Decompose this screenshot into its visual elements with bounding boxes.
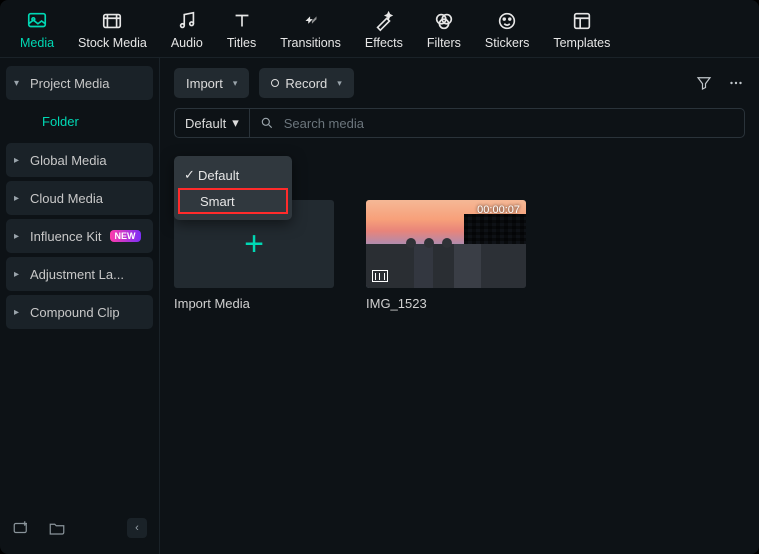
chevron-right-icon: ▸ xyxy=(14,193,24,204)
option-label: Smart xyxy=(200,194,235,209)
filters-icon xyxy=(433,10,455,32)
sidebar-item-global-media[interactable]: ▸ Global Media xyxy=(6,143,153,177)
chevron-down-icon: ▾ xyxy=(233,78,238,89)
plus-icon: + xyxy=(244,225,264,264)
sort-option-smart[interactable]: Smart xyxy=(178,188,288,214)
tab-label: Stickers xyxy=(485,36,529,50)
sidebar-item-label: Influence Kit xyxy=(30,229,102,244)
chevron-right-icon: ▸ xyxy=(14,155,24,166)
tab-label: Templates xyxy=(553,36,610,50)
tab-stickers[interactable]: Stickers xyxy=(483,8,531,57)
option-label: Default xyxy=(198,168,239,183)
sidebar-item-adjustment-layer[interactable]: ▸ Adjustment La... xyxy=(6,257,153,291)
button-label: Import xyxy=(186,76,223,91)
sort-option-default[interactable]: ✓ Default xyxy=(174,162,292,188)
sidebar-item-label: Cloud Media xyxy=(30,191,103,206)
video-badge-icon xyxy=(372,270,388,282)
sort-dropdown-trigger[interactable]: Default ▾ xyxy=(185,109,250,137)
check-icon: ✓ xyxy=(184,167,198,183)
chevron-down-icon: ▾ xyxy=(337,78,342,89)
media-clip-card[interactable]: 00:00:07 IMG_1523 xyxy=(366,200,526,311)
stock-media-icon xyxy=(101,10,123,32)
record-icon xyxy=(271,79,279,87)
content-toolbar: Import ▾ Record ▾ xyxy=(160,58,759,108)
media-icon xyxy=(26,10,48,32)
tab-label: Titles xyxy=(227,36,256,50)
tab-label: Stock Media xyxy=(78,36,147,50)
content-area: Import ▾ Record ▾ xyxy=(160,58,759,554)
tab-label: Filters xyxy=(427,36,461,50)
top-tabs: Media Stock Media Audio Titles Transitio… xyxy=(0,0,759,58)
chevron-right-icon: ▸ xyxy=(14,231,24,242)
sidebar-item-label: Global Media xyxy=(30,153,107,168)
stickers-icon xyxy=(496,10,518,32)
chevron-left-icon: ‹ xyxy=(135,522,139,534)
record-button[interactable]: Record ▾ xyxy=(259,68,353,98)
filter-icon[interactable] xyxy=(695,74,713,92)
tab-templates[interactable]: Templates xyxy=(551,8,612,57)
sidebar: ▾ Project Media Folder ▸ Global Media ▸ … xyxy=(0,58,160,554)
titles-icon xyxy=(231,10,253,32)
chevron-right-icon: ▸ xyxy=(14,269,24,280)
tab-transitions[interactable]: Transitions xyxy=(278,8,343,57)
tab-label: Media xyxy=(20,36,54,50)
sidebar-item-label: Project Media xyxy=(30,76,109,91)
transitions-icon xyxy=(300,10,322,32)
tab-audio[interactable]: Audio xyxy=(169,8,205,57)
clip-preview-image xyxy=(366,244,526,288)
sort-dropdown-menu: ✓ Default Smart xyxy=(174,156,292,220)
more-icon[interactable] xyxy=(727,74,745,92)
sidebar-item-cloud-media[interactable]: ▸ Cloud Media xyxy=(6,181,153,215)
card-label: IMG_1523 xyxy=(366,296,526,311)
chevron-down-icon: ▾ xyxy=(232,115,239,131)
chevron-down-icon: ▾ xyxy=(14,78,24,89)
clip-duration: 00:00:07 xyxy=(477,204,520,216)
effects-icon xyxy=(373,10,395,32)
clip-thumb: 00:00:07 xyxy=(366,200,526,288)
chevron-right-icon: ▸ xyxy=(14,307,24,318)
audio-icon xyxy=(176,10,198,32)
search-icon xyxy=(260,116,274,130)
tab-effects[interactable]: Effects xyxy=(363,8,405,57)
card-label: Import Media xyxy=(174,296,334,311)
new-folder-icon[interactable] xyxy=(48,519,66,537)
tab-label: Audio xyxy=(171,36,203,50)
new-folder-plus-icon[interactable] xyxy=(12,519,30,537)
sidebar-item-label: Compound Clip xyxy=(30,305,120,320)
clip-preview-image xyxy=(406,238,452,248)
templates-icon xyxy=(571,10,593,32)
sidebar-item-label: Adjustment La... xyxy=(30,267,124,282)
button-label: Record xyxy=(285,76,327,91)
import-button[interactable]: Import ▾ xyxy=(174,68,249,98)
sidebar-item-compound-clip[interactable]: ▸ Compound Clip xyxy=(6,295,153,329)
badge-new: NEW xyxy=(110,230,141,242)
sidebar-item-influence-kit[interactable]: ▸ Influence Kit NEW xyxy=(6,219,153,253)
sidebar-item-label: Folder xyxy=(42,114,79,129)
collapse-sidebar-button[interactable]: ‹ xyxy=(127,518,147,538)
sidebar-item-project-media[interactable]: ▾ Project Media xyxy=(6,66,153,100)
tab-filters[interactable]: Filters xyxy=(425,8,463,57)
tab-media[interactable]: Media xyxy=(18,8,56,57)
sidebar-footer: ‹ xyxy=(6,510,153,546)
tab-stock-media[interactable]: Stock Media xyxy=(76,8,149,57)
sort-label: Default xyxy=(185,116,226,131)
tab-titles[interactable]: Titles xyxy=(225,8,258,57)
tab-label: Transitions xyxy=(280,36,341,50)
search-input[interactable] xyxy=(284,116,734,131)
search-row: Default ▾ xyxy=(174,108,745,138)
sidebar-subitem-folder[interactable]: Folder xyxy=(6,104,153,139)
tab-label: Effects xyxy=(365,36,403,50)
